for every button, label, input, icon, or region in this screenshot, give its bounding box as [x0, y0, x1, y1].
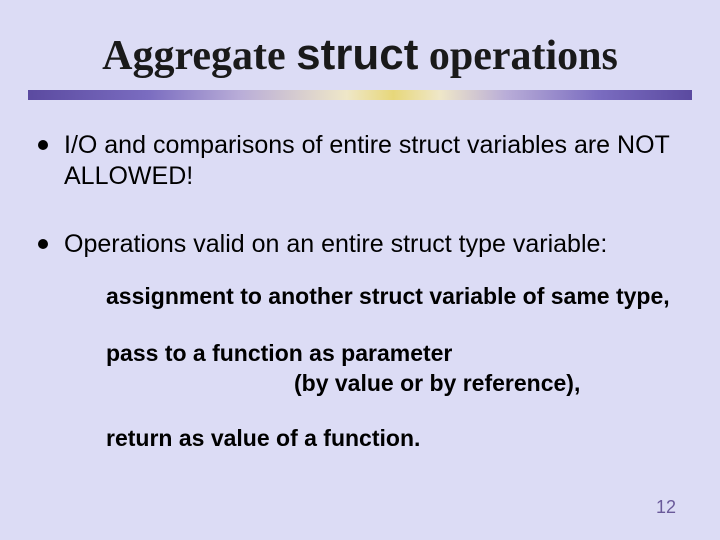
slide-title: Aggregate struct operations [28, 30, 692, 80]
sub-point-continuation: (by value or by reference), [294, 369, 692, 398]
sub-point: assignment to another struct variable of… [106, 282, 692, 311]
slide: Aggregate struct operations I/O and comp… [0, 0, 720, 540]
title-pre: Aggregate [102, 33, 296, 79]
list-item: Operations valid on an entire struct typ… [34, 229, 692, 454]
sub-point: pass to a function as parameter [106, 339, 692, 368]
page-number: 12 [656, 497, 676, 518]
bullet-list: I/O and comparisons of entire struct var… [28, 130, 692, 454]
title-divider [28, 90, 692, 100]
bullet-text: I/O and comparisons of entire struct var… [64, 131, 669, 190]
sub-point: return as value of a function. [106, 424, 692, 453]
title-keyword: struct [296, 30, 418, 79]
list-item: I/O and comparisons of entire struct var… [34, 130, 692, 193]
bullet-text: Operations valid on an entire struct typ… [64, 230, 607, 258]
title-post: operations [418, 33, 618, 79]
